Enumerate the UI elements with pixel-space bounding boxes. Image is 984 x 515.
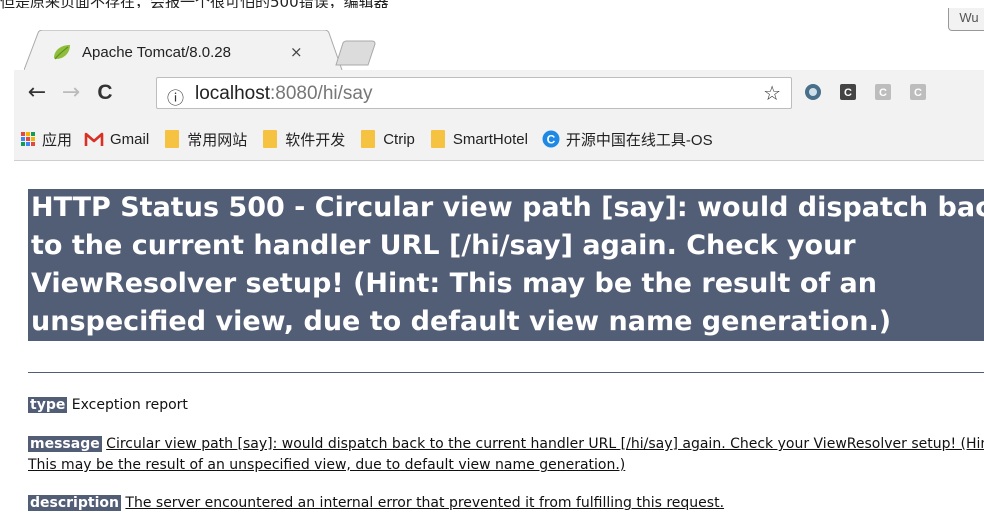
page-content: HTTP Status 500 - Circular view path [sa… bbox=[14, 162, 984, 515]
folder-icon bbox=[361, 130, 376, 148]
back-arrow-icon[interactable]: ← bbox=[24, 80, 50, 106]
gmail-icon bbox=[84, 132, 104, 146]
type-label: type bbox=[28, 397, 68, 413]
active-tab[interactable]: Apache Tomcat/8.0.28 × bbox=[52, 38, 332, 66]
info-icon[interactable]: ⓘ bbox=[167, 84, 184, 109]
bookmark-label: Ctrip bbox=[383, 130, 415, 148]
divider bbox=[28, 372, 984, 373]
svg-text:C: C bbox=[844, 87, 852, 99]
address-bar[interactable]: ⓘ localhost:8080/hi/say ☆ bbox=[156, 77, 792, 109]
extension-circle-icon[interactable] bbox=[804, 83, 822, 101]
reload-icon[interactable]: C bbox=[92, 80, 118, 106]
bookmark-apps[interactable]: 应用 bbox=[20, 129, 72, 150]
bookmark-folder-common-sites[interactable]: 常用网站 bbox=[165, 129, 247, 150]
folder-icon bbox=[430, 130, 445, 148]
toolbar: ← → C ⓘ localhost:8080/hi/say ☆ C C C bbox=[14, 70, 984, 118]
bookmark-folder-ctrip[interactable]: Ctrip bbox=[361, 130, 415, 148]
bookmark-label: 软件开发 bbox=[285, 131, 346, 149]
bookmark-folder-software-dev[interactable]: 软件开发 bbox=[263, 129, 345, 150]
bookmark-label: Gmail bbox=[110, 130, 150, 148]
svg-text:C: C bbox=[879, 87, 887, 99]
folder-icon bbox=[165, 130, 180, 148]
description-value: The server encountered an internal error… bbox=[125, 495, 725, 511]
forward-arrow-icon[interactable]: → bbox=[58, 80, 84, 106]
title-bar: Wu Apache Tomcat/8.0.28 × bbox=[14, 8, 984, 70]
tab-title: Apache Tomcat/8.0.28 bbox=[82, 43, 231, 61]
bookmark-gmail[interactable]: Gmail bbox=[84, 131, 149, 148]
url-host: localhost bbox=[195, 83, 270, 104]
bookmark-label: 应用 bbox=[42, 131, 73, 149]
svg-text:C: C bbox=[547, 133, 556, 147]
window-user-button[interactable]: Wu bbox=[948, 8, 984, 31]
url-path: :8080/hi/say bbox=[270, 83, 373, 104]
leaf-icon bbox=[54, 45, 70, 60]
url-text[interactable]: localhost:8080/hi/say bbox=[195, 83, 372, 105]
new-tab-button[interactable] bbox=[334, 40, 378, 66]
message-value-line1: Circular view path [say]: would dispatch… bbox=[106, 436, 984, 452]
extension-c-grey-2-icon[interactable]: C bbox=[909, 83, 927, 101]
message-label: message bbox=[28, 436, 102, 452]
oschina-icon: C bbox=[542, 130, 560, 148]
apps-grid-icon bbox=[21, 132, 35, 146]
bookmark-star-icon[interactable]: ☆ bbox=[763, 81, 781, 105]
description-label: description bbox=[28, 495, 121, 511]
type-row: type Exception report bbox=[28, 397, 188, 413]
bookmark-label: 常用网站 bbox=[187, 131, 248, 149]
extension-c-dark-icon[interactable]: C bbox=[839, 83, 857, 101]
bookmarks-bar: 应用 Gmail 常用网站 软件开发 Ctrip SmartHotel C 开源… bbox=[14, 118, 984, 161]
bookmark-label: 开源中国在线工具-OS bbox=[565, 131, 713, 149]
browser-window: Wu Apache Tomcat/8.0.28 × ← → C ⓘ localh… bbox=[14, 8, 984, 161]
error-heading: HTTP Status 500 - Circular view path [sa… bbox=[28, 189, 984, 341]
message-value-line2: This may be the result of an unspecified… bbox=[28, 457, 626, 473]
message-row-continued: This may be the result of an unspecified… bbox=[28, 457, 625, 473]
tab-close-icon[interactable]: × bbox=[290, 43, 303, 61]
bookmark-folder-smarthotel[interactable]: SmartHotel bbox=[430, 130, 528, 148]
folder-icon bbox=[263, 130, 278, 148]
bookmark-oschina-tools[interactable]: C 开源中国在线工具-OS bbox=[542, 129, 713, 150]
type-value: Exception report bbox=[71, 397, 188, 413]
svg-text:C: C bbox=[914, 87, 922, 99]
description-row: description The server encountered an in… bbox=[28, 495, 724, 511]
bookmark-label: SmartHotel bbox=[452, 130, 528, 148]
message-row: message Circular view path [say]: would … bbox=[28, 436, 984, 452]
extension-c-grey-icon[interactable]: C bbox=[874, 83, 892, 101]
